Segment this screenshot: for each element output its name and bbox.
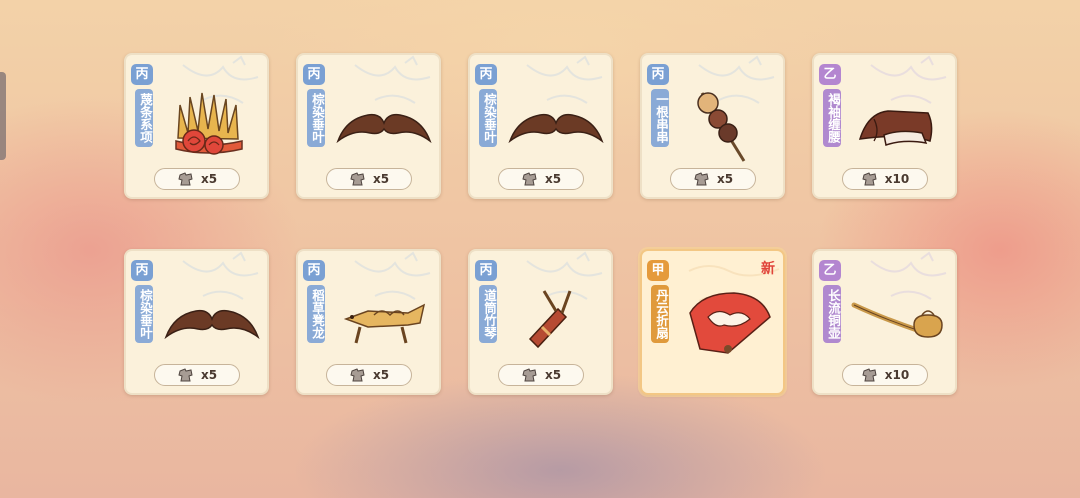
bamboo-tube-icon — [528, 290, 572, 349]
item-card-8[interactable]: 甲 新 丹云折扇 — [640, 249, 785, 395]
skewer-icon — [697, 92, 746, 162]
mustache-icon — [508, 113, 604, 144]
cost-amount: x10 — [884, 172, 910, 186]
item-card-6[interactable]: 丙 稻草凳龙 x5 — [296, 249, 441, 395]
mustache-icon — [336, 113, 432, 144]
grade-badge: 丙 — [131, 64, 153, 85]
cost-pill: x5 — [326, 168, 412, 190]
item-card-2[interactable]: 丙 棕染垂叶 x5 — [468, 53, 613, 199]
grade-badge: 乙 — [819, 64, 841, 85]
cost-amount: x5 — [544, 368, 562, 382]
item-name: 蔑条系项 — [135, 89, 153, 147]
item-name: 褐袖缠腰 — [823, 89, 841, 147]
cloth-currency-icon — [350, 368, 365, 382]
grade-badge: 丙 — [303, 260, 325, 281]
grade-badge: 丙 — [131, 260, 153, 281]
new-badge: 新 — [761, 261, 775, 277]
item-card-3[interactable]: 丙 一根串串 x5 — [640, 53, 785, 199]
item-name: 丹云折扇 — [651, 285, 669, 343]
item-card-7[interactable]: 丙 道筒竹琴 x5 — [468, 249, 613, 395]
crown-bamboo-icon — [175, 92, 243, 155]
item-card-0[interactable]: 丙 蔑条系项 x5 — [124, 53, 269, 199]
grade-badge: 丙 — [475, 64, 497, 85]
cloth-currency-icon — [522, 368, 537, 382]
cost-amount: x5 — [372, 368, 390, 382]
item-grid: 丙 蔑条系项 x5 丙 棕染垂叶 x5 丙 棕染垂叶 x5 丙 一根串串 x5 … — [0, 0, 1080, 498]
item-name: 一根串串 — [651, 89, 669, 147]
cost-amount: x5 — [716, 172, 734, 186]
cost-pill: x5 — [326, 364, 412, 386]
copper-teapot-icon — [851, 302, 943, 338]
item-card-9[interactable]: 乙 长流铜壶 x10 — [812, 249, 957, 395]
cloth-currency-icon — [178, 368, 193, 382]
item-card-5[interactable]: 丙 棕染垂叶 x5 — [124, 249, 269, 395]
straw-dragon-icon — [343, 303, 426, 344]
folding-fan-icon — [689, 292, 771, 354]
sash-icon — [858, 110, 933, 146]
cost-amount: x5 — [200, 368, 218, 382]
cloth-currency-icon — [694, 172, 709, 186]
cloth-currency-icon — [178, 172, 193, 186]
cost-amount: x10 — [884, 368, 910, 382]
cloth-currency-icon — [862, 368, 877, 382]
cost-pill: x5 — [670, 168, 756, 190]
item-name: 棕染垂叶 — [307, 89, 325, 147]
grade-badge: 丙 — [475, 260, 497, 281]
mustache-icon — [164, 309, 260, 340]
grade-badge: 乙 — [819, 260, 841, 281]
item-name: 道筒竹琴 — [479, 285, 497, 343]
cost-pill: x5 — [498, 168, 584, 190]
cost-pill: x5 — [498, 364, 584, 386]
item-name: 棕染垂叶 — [479, 89, 497, 147]
cost-amount: x5 — [544, 172, 562, 186]
cloth-currency-icon — [522, 172, 537, 186]
item-name: 稻草凳龙 — [307, 285, 325, 343]
cost-pill: x5 — [154, 168, 240, 190]
grade-badge: 丙 — [647, 64, 669, 85]
cloth-currency-icon — [862, 172, 877, 186]
item-card-1[interactable]: 丙 棕染垂叶 x5 — [296, 53, 441, 199]
cost-pill: x5 — [154, 364, 240, 386]
cost-pill: x10 — [842, 168, 928, 190]
cost-pill: x10 — [842, 364, 928, 386]
item-name: 棕染垂叶 — [135, 285, 153, 343]
grade-badge: 丙 — [303, 64, 325, 85]
item-card-4[interactable]: 乙 褐袖缠腰 x10 — [812, 53, 957, 199]
grade-badge: 甲 — [647, 260, 669, 281]
item-name: 长流铜壶 — [823, 285, 841, 343]
cloth-currency-icon — [350, 172, 365, 186]
cost-amount: x5 — [372, 172, 390, 186]
cost-amount: x5 — [200, 172, 218, 186]
